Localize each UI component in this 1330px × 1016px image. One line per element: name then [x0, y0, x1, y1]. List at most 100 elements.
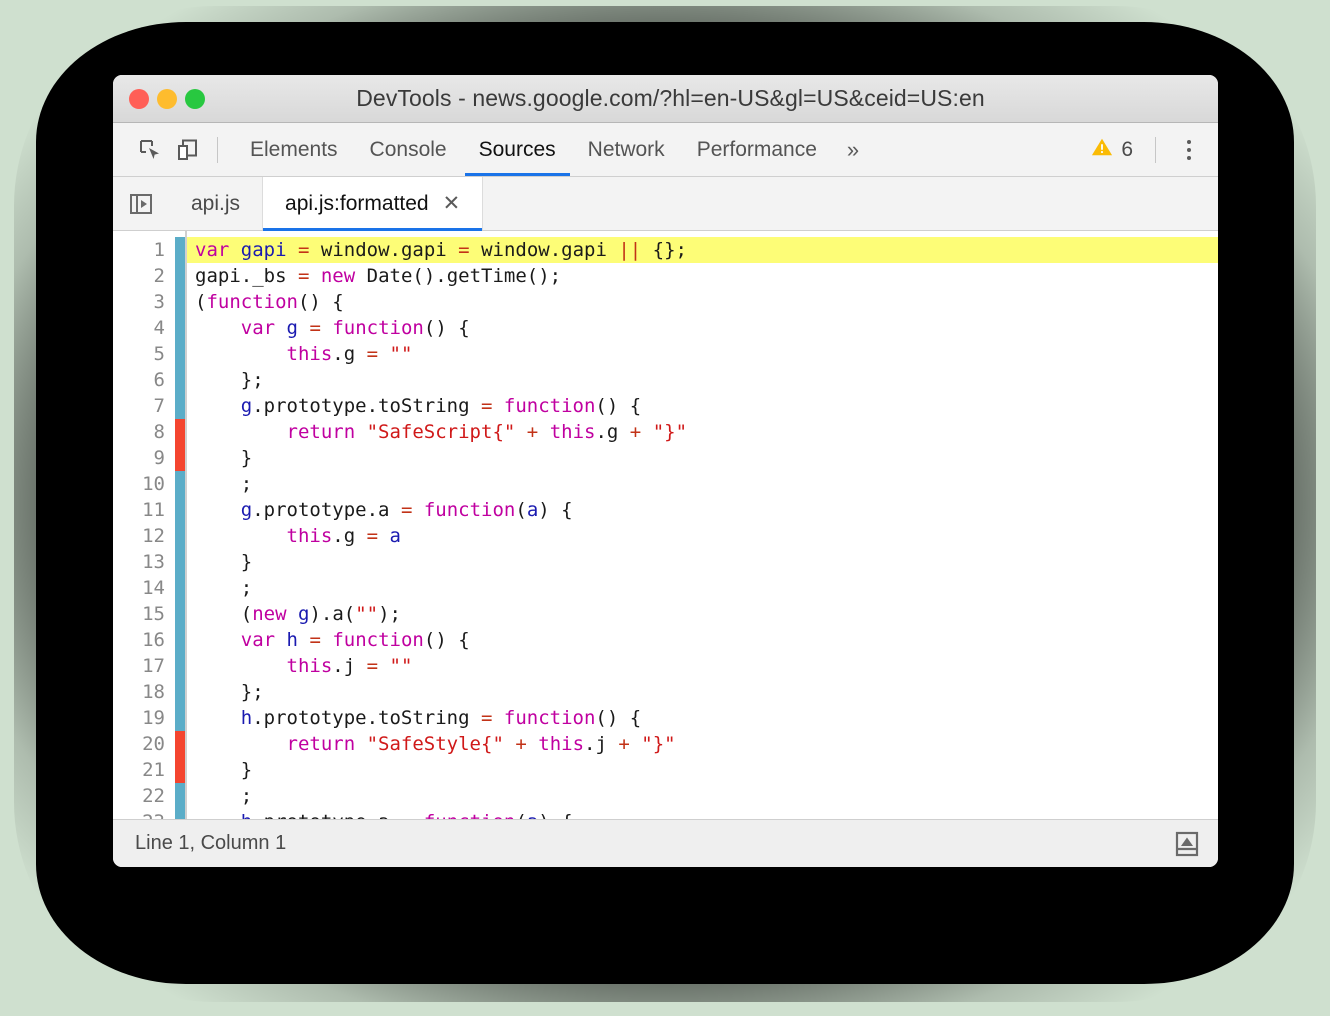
- code-line[interactable]: return "SafeScript{" + this.g + "}": [195, 419, 1218, 445]
- minimize-window-button[interactable]: [157, 88, 177, 109]
- line-number: 13: [142, 551, 165, 573]
- code-line[interactable]: }: [195, 445, 1218, 471]
- line-number: 16: [142, 629, 165, 651]
- code-token: };: [195, 681, 264, 703]
- source-code-editor[interactable]: 1234567891011121314151617181920212223 va…: [113, 231, 1218, 819]
- warning-count: 6: [1121, 137, 1133, 161]
- more-panels-button[interactable]: »: [833, 123, 873, 176]
- code-token: .gapi: [389, 239, 459, 261]
- code-line[interactable]: }: [195, 549, 1218, 575]
- code-token: function: [332, 629, 424, 651]
- coverage-marker: [175, 289, 185, 315]
- tab-network[interactable]: Network: [572, 123, 681, 176]
- code-token: ||: [618, 239, 642, 261]
- warning-badge[interactable]: 6: [1079, 136, 1145, 163]
- code-token: this: [286, 655, 333, 677]
- code-token: =: [366, 343, 379, 365]
- code-line[interactable]: };: [195, 679, 1218, 705]
- code-token: =: [481, 395, 493, 417]
- code-line[interactable]: this.g = "": [195, 341, 1218, 367]
- close-window-button[interactable]: [129, 88, 149, 109]
- pretty-print-icon[interactable]: [1170, 827, 1204, 861]
- code-token: .prototype.a: [252, 499, 401, 521]
- code-token: g: [240, 499, 253, 521]
- code-token: () {: [595, 707, 642, 729]
- toolbar-divider: [217, 136, 218, 163]
- code-token: +: [526, 421, 539, 443]
- show-navigator-icon[interactable]: [113, 177, 169, 230]
- tab-console-label: Console: [369, 137, 447, 161]
- code-line[interactable]: var g = function() {: [195, 315, 1218, 341]
- line-number: 10: [142, 473, 165, 495]
- close-tab-icon[interactable]: ✕: [443, 193, 461, 214]
- code-line[interactable]: var h = function() {: [195, 627, 1218, 653]
- file-tab-api-js-label: api.js: [191, 191, 241, 215]
- editor-status-bar: Line 1, Column 1: [113, 819, 1218, 867]
- code-token: }: [195, 447, 253, 469]
- code-token: function: [424, 811, 516, 819]
- vertical-dots-menu-icon[interactable]: [1172, 131, 1206, 169]
- code-line[interactable]: };: [195, 367, 1218, 393]
- code-line[interactable]: (new g).a("");: [195, 601, 1218, 627]
- code-token: +: [515, 733, 527, 755]
- code-line[interactable]: gapi._bs = new Date().getTime();: [195, 263, 1218, 289]
- code-line[interactable]: ;: [195, 783, 1218, 809]
- coverage-marker: [175, 549, 185, 575]
- line-number: 3: [153, 291, 165, 313]
- code-line[interactable]: var gapi = window.gapi = window.gapi || …: [187, 237, 1218, 263]
- device-toolbar-icon[interactable]: [169, 131, 207, 169]
- coverage-marker: [175, 341, 185, 367]
- line-number: 5: [153, 343, 165, 365]
- file-tab-api-js-formatted-label: api.js:formatted: [285, 191, 429, 215]
- code-line[interactable]: this.g = a: [195, 523, 1218, 549]
- line-number: 15: [142, 603, 165, 625]
- inspect-element-icon[interactable]: [131, 131, 169, 169]
- tab-performance-label: Performance: [696, 137, 817, 161]
- code-line[interactable]: ;: [195, 575, 1218, 601]
- code-token: =: [297, 265, 310, 287]
- code-line[interactable]: this.j = "": [195, 653, 1218, 679]
- devtools-toolbar: Elements Console Sources Network Perform…: [113, 123, 1218, 177]
- code-token: ;: [195, 577, 253, 599]
- tab-sources[interactable]: Sources: [463, 123, 572, 176]
- coverage-marker: [175, 601, 185, 627]
- tab-performance[interactable]: Performance: [681, 123, 833, 176]
- code-token: (: [195, 603, 253, 625]
- code-token: (: [515, 499, 527, 521]
- code-line[interactable]: return "SafeStyle{" + this.j + "}": [195, 731, 1218, 757]
- code-token: a: [526, 499, 539, 521]
- file-tab-api-js[interactable]: api.js: [169, 177, 264, 230]
- line-number: 14: [142, 577, 165, 599]
- coverage-marker: [175, 757, 185, 783]
- code-line[interactable]: g.prototype.a = function(a) {: [195, 497, 1218, 523]
- cursor-position-label: Line 1, Column 1: [135, 832, 287, 854]
- code-line[interactable]: (function() {: [195, 289, 1218, 315]
- code-line[interactable]: g.prototype.toString = function() {: [195, 393, 1218, 419]
- code-token: =: [481, 707, 493, 729]
- code-content[interactable]: var gapi = window.gapi = window.gapi || …: [187, 231, 1218, 819]
- code-token: "SafeScript{": [366, 421, 516, 443]
- code-token: ;: [195, 473, 253, 495]
- code-line[interactable]: ;: [195, 471, 1218, 497]
- coverage-marker: [175, 731, 185, 757]
- code-token: () {: [595, 395, 642, 417]
- code-line[interactable]: h.prototype.toString = function() {: [195, 705, 1218, 731]
- line-number: 7: [153, 395, 165, 417]
- maximize-window-button[interactable]: [185, 88, 205, 109]
- code-coverage-bar: [175, 231, 185, 819]
- file-tab-api-js-formatted[interactable]: api.js:formatted ✕: [263, 177, 484, 231]
- tab-elements[interactable]: Elements: [234, 123, 354, 176]
- tab-console[interactable]: Console: [354, 123, 463, 176]
- code-line[interactable]: }: [195, 757, 1218, 783]
- code-line[interactable]: h.prototype.a = function(a) {: [195, 809, 1218, 819]
